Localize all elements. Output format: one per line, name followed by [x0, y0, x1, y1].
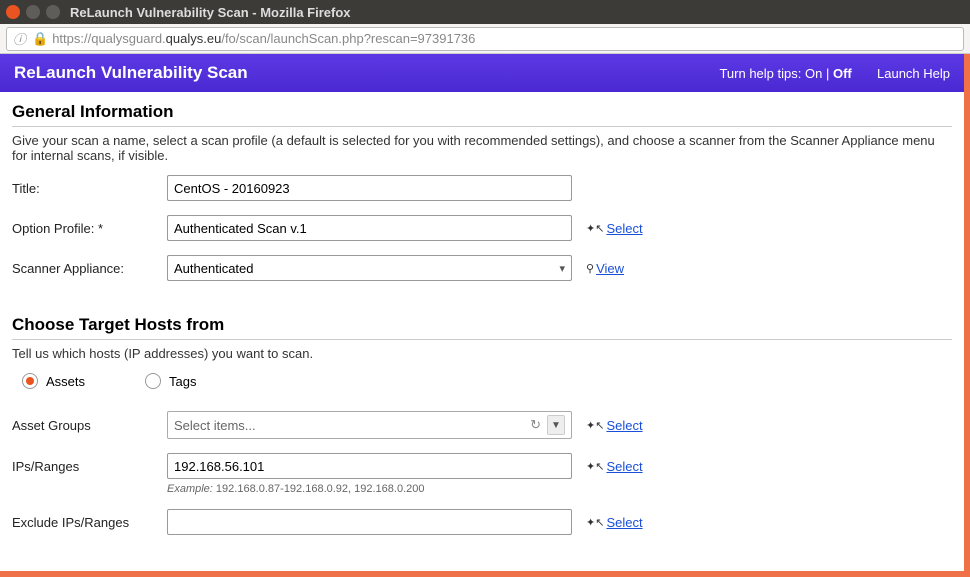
help-tips-label: Turn help tips:: [719, 66, 801, 81]
exclude-ips-input[interactable]: [167, 509, 572, 535]
url-input[interactable]: ⓘ 🔒 https://qualysguard.qualys.eu/fo/sca…: [6, 27, 964, 51]
maximize-icon[interactable]: [46, 5, 60, 19]
asset-groups-select[interactable]: Select items... ↻ ▼: [167, 411, 572, 439]
example-value: 192.168.0.87-192.168.0.92, 192.168.0.200: [216, 483, 425, 495]
chevron-down-icon: ▼: [547, 415, 565, 435]
radio-checked-icon: [22, 373, 38, 389]
radio-unchecked-icon: [145, 373, 161, 389]
ips-ranges-input[interactable]: [167, 453, 572, 479]
exclude-ips-select-link[interactable]: Select: [606, 515, 642, 530]
choose-targets-description: Tell us which hosts (IP addresses) you w…: [12, 346, 952, 361]
cursor-icon: ✦↖: [586, 419, 604, 432]
chevron-down-icon: ▾: [559, 262, 565, 275]
close-icon[interactable]: [6, 5, 20, 19]
window-title: ReLaunch Vulnerability Scan - Mozilla Fi…: [70, 5, 351, 20]
radio-tags[interactable]: Tags: [145, 373, 196, 389]
info-icon: ⓘ: [13, 29, 26, 48]
example-label: Example:: [167, 483, 213, 495]
lock-icon: 🔒: [32, 31, 48, 47]
asset-groups-placeholder: Select items...: [174, 418, 256, 433]
loading-icon: ↻: [530, 417, 541, 433]
scanner-view-link[interactable]: View: [596, 261, 624, 276]
choose-targets-heading: Choose Target Hosts from: [12, 315, 952, 335]
url-path: /fo/scan/launchScan.php?rescan=97391736: [221, 31, 475, 46]
cursor-icon: ✦↖: [586, 222, 604, 235]
app-header: ReLaunch Vulnerability Scan Turn help ti…: [0, 54, 964, 92]
ips-ranges-select-link[interactable]: Select: [606, 459, 642, 474]
general-info-description: Give your scan a name, select a scan pro…: [12, 133, 952, 163]
asset-groups-select-link[interactable]: Select: [606, 418, 642, 433]
cursor-icon: ✦↖: [586, 460, 604, 473]
minimize-icon[interactable]: [26, 5, 40, 19]
radio-tags-label: Tags: [169, 374, 196, 389]
exclude-ips-label: Exclude IPs/Ranges: [12, 515, 167, 530]
option-profile-label: Option Profile: *: [12, 221, 167, 236]
option-profile-input[interactable]: [167, 215, 572, 241]
radio-assets-label: Assets: [46, 374, 85, 389]
cursor-icon: ✦↖: [586, 516, 604, 529]
scanner-appliance-value: Authenticated: [174, 261, 254, 276]
title-label: Title:: [12, 181, 167, 196]
ips-ranges-label: IPs/Ranges: [12, 459, 167, 474]
url-domain: qualys.eu: [166, 31, 222, 46]
option-profile-select-link[interactable]: Select: [606, 221, 642, 236]
window-titlebar: ReLaunch Vulnerability Scan - Mozilla Fi…: [0, 0, 970, 24]
url-prefix: https://qualysguard.: [52, 31, 165, 46]
title-input[interactable]: [167, 175, 572, 201]
scanner-appliance-select[interactable]: Authenticated ▾: [167, 255, 572, 281]
general-info-heading: General Information: [12, 102, 952, 122]
scanner-appliance-label: Scanner Appliance:: [12, 261, 167, 276]
launch-help-link[interactable]: Launch Help: [877, 66, 950, 81]
magnify-icon: ⚲: [586, 262, 594, 275]
browser-url-bar: ⓘ 🔒 https://qualysguard.qualys.eu/fo/sca…: [0, 24, 970, 54]
help-tips-off[interactable]: Off: [833, 66, 852, 81]
radio-assets[interactable]: Assets: [22, 373, 85, 389]
asset-groups-label: Asset Groups: [12, 418, 167, 433]
page-title: ReLaunch Vulnerability Scan: [14, 63, 248, 83]
help-tips-on[interactable]: On: [805, 66, 822, 81]
